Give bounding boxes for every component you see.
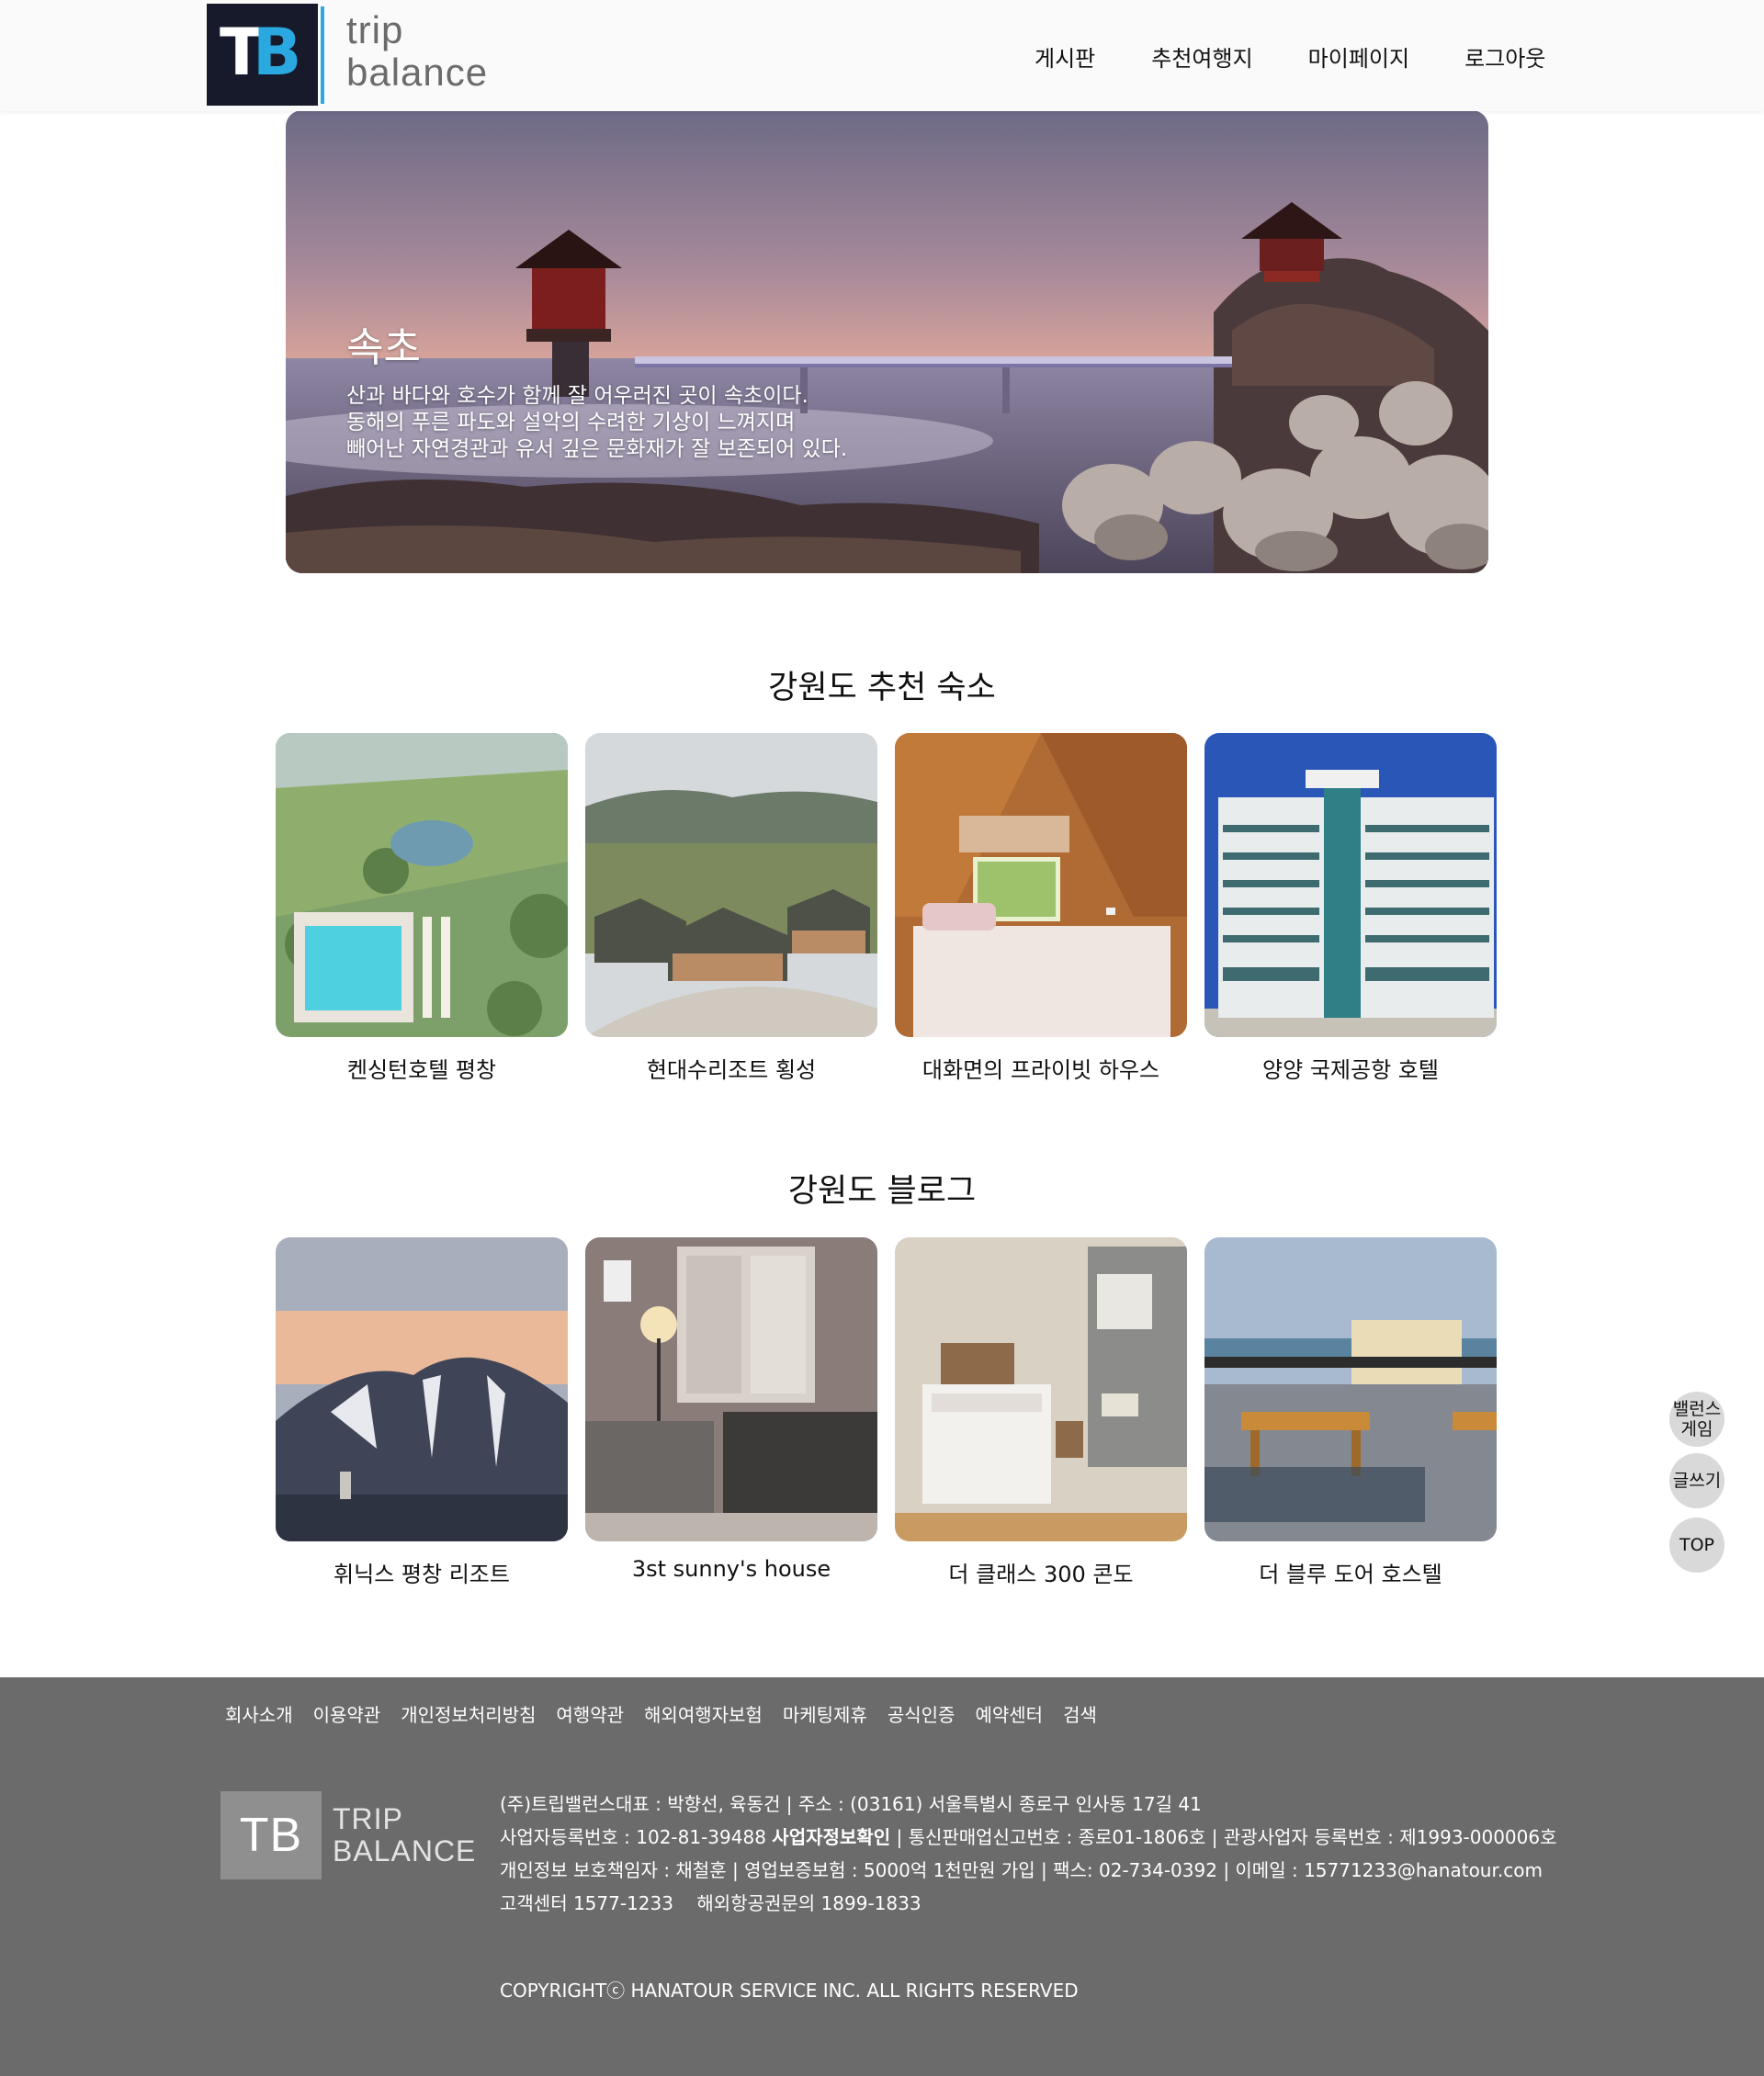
logo-mark-icon: TB bbox=[207, 4, 318, 106]
footer-logo-name: TRIP BALANCE bbox=[333, 1802, 477, 1867]
stay-card[interactable]: 대화면의 프라이빗 하우스 bbox=[895, 733, 1187, 1084]
footer-info-line: (주)트립밸런스대표 : 박향선, 육동건 | 주소 : (03161) 서울특… bbox=[500, 1793, 1202, 1815]
logo-wordmark: trip balance bbox=[346, 9, 488, 107]
logo-divider bbox=[321, 6, 324, 104]
footer-info-line: 고객센터 1577-1233 해외항공권문의 1899-1833 bbox=[500, 1892, 922, 1914]
stay-card-list: 켄싱턴호텔 평창 현대수리조트 횡성 대화면의 프라이빗 하우스 양양 국제공항… bbox=[276, 733, 1498, 1084]
hero-title: 속초 bbox=[346, 324, 421, 371]
footer-link-marketing[interactable]: 마케팅제휴 bbox=[783, 1700, 867, 1727]
blog-card-list: 휘닉스 평창 리조트 3st sunny's house 더 클래스 300 콘… bbox=[276, 1237, 1498, 1588]
footer-logo: TB TRIP BALANCE bbox=[220, 1791, 476, 1879]
blog-card-title: 더 블루 도어 호스텔 bbox=[1259, 1562, 1442, 1587]
blog-thumb-image bbox=[1204, 1237, 1497, 1541]
stay-thumb-image bbox=[585, 733, 877, 1037]
stay-thumb-image bbox=[1204, 733, 1497, 1037]
top-button[interactable]: TOP bbox=[1669, 1518, 1724, 1573]
main-nav: 게시판 추천여행지 마이페이지 로그아웃 bbox=[1035, 40, 1545, 73]
logo-text-line1: trip bbox=[346, 8, 404, 51]
blog-card[interactable]: 3st sunny's house bbox=[585, 1237, 877, 1588]
blog-section-title: 강원도 블로그 bbox=[787, 1173, 977, 1210]
site-footer: 회사소개 이용약관 개인정보처리방침 여행약관 해외여행자보험 마케팅제휴 공식… bbox=[0, 1677, 1764, 2076]
copyright: COPYRIGHTⓒ HANATOUR SERVICE INC. ALL RIG… bbox=[500, 1980, 1079, 2002]
blog-card-title: 더 클래스 300 콘도 bbox=[948, 1562, 1134, 1587]
hero-image bbox=[286, 110, 1488, 573]
nav-mypage[interactable]: 마이페이지 bbox=[1308, 40, 1409, 73]
footer-link-certification[interactable]: 공식인증 bbox=[888, 1700, 956, 1727]
footer-link-reservation[interactable]: 예약센터 bbox=[975, 1700, 1043, 1727]
hero-banner[interactable]: 속초 산과 바다와 호수가 함께 잘 어우러진 곳이 속초이다. 동해의 푸른 … bbox=[286, 110, 1488, 573]
blog-card[interactable]: 휘닉스 평창 리조트 bbox=[276, 1237, 568, 1588]
business-info-link[interactable]: 사업자정보확인 bbox=[772, 1826, 890, 1848]
stay-section-title: 강원도 추천 숙소 bbox=[768, 670, 996, 706]
site-logo[interactable]: TB trip balance bbox=[207, 4, 510, 107]
nav-logout[interactable]: 로그아웃 bbox=[1464, 40, 1545, 73]
footer-company-info: (주)트립밸런스대표 : 박향선, 육동건 | 주소 : (03161) 서울특… bbox=[500, 1788, 1557, 1920]
stay-card[interactable]: 켄싱턴호텔 평창 bbox=[276, 733, 568, 1084]
hero-desc-line: 산과 바다와 호수가 함께 잘 어우러진 곳이 속초이다. bbox=[346, 384, 808, 408]
stay-card-title: 켄싱턴호텔 평창 bbox=[346, 1057, 497, 1083]
footer-link-terms[interactable]: 이용약관 bbox=[313, 1700, 381, 1727]
stay-card[interactable]: 현대수리조트 횡성 bbox=[585, 733, 877, 1084]
stay-thumb-image bbox=[895, 733, 1187, 1037]
balance-game-label-line2: 게임 bbox=[1680, 1419, 1713, 1439]
footer-links: 회사소개 이용약관 개인정보처리방침 여행약관 해외여행자보험 마케팅제휴 공식… bbox=[225, 1700, 1117, 1727]
balance-game-label-line1: 밸런스 bbox=[1672, 1399, 1722, 1419]
blog-thumb-image bbox=[276, 1237, 568, 1541]
stay-thumb-image bbox=[276, 733, 568, 1037]
balance-game-button[interactable]: 밸런스 게임 bbox=[1669, 1392, 1724, 1447]
logo-text-line2: balance bbox=[346, 51, 489, 94]
footer-link-company[interactable]: 회사소개 bbox=[225, 1700, 293, 1727]
blog-card[interactable]: 더 클래스 300 콘도 bbox=[895, 1237, 1187, 1588]
footer-link-privacy[interactable]: 개인정보처리방침 bbox=[401, 1700, 536, 1727]
site-header: TB trip balance 게시판 추천여행지 마이페이지 로그아웃 bbox=[0, 0, 1764, 111]
stay-card-title: 현대수리조트 횡성 bbox=[646, 1057, 817, 1083]
blog-card[interactable]: 더 블루 도어 호스텔 bbox=[1204, 1237, 1497, 1588]
footer-link-insurance[interactable]: 해외여행자보험 bbox=[644, 1700, 763, 1727]
write-button[interactable]: 글쓰기 bbox=[1669, 1453, 1724, 1508]
blog-thumb-image bbox=[895, 1237, 1187, 1541]
blog-card-title: 3st sunny's house bbox=[631, 1556, 831, 1582]
stay-card-title: 대화면의 프라이빗 하우스 bbox=[922, 1057, 1160, 1083]
blog-card-title: 휘닉스 평창 리조트 bbox=[334, 1562, 510, 1587]
stay-card[interactable]: 양양 국제공항 호텔 bbox=[1204, 733, 1497, 1084]
footer-info-line: 개인정보 보호책임자 : 채철훈 | 영업보증보험 : 5000억 1천만원 가… bbox=[500, 1859, 1543, 1881]
nav-recommended[interactable]: 추천여행지 bbox=[1151, 40, 1252, 73]
nav-board[interactable]: 게시판 bbox=[1035, 40, 1095, 73]
stay-card-title: 양양 국제공항 호텔 bbox=[1262, 1057, 1439, 1083]
footer-logo-mark: TB bbox=[220, 1791, 322, 1879]
hero-description: 산과 바다와 호수가 함께 잘 어우러진 곳이 속초이다. 동해의 푸른 파도와… bbox=[346, 383, 847, 463]
blog-thumb-image bbox=[585, 1237, 877, 1541]
hero-desc-line: 동해의 푸른 파도와 설악의 수려한 기상이 느껴지며 bbox=[346, 411, 796, 434]
footer-link-search[interactable]: 검색 bbox=[1063, 1700, 1097, 1727]
footer-link-travel-terms[interactable]: 여행약관 bbox=[556, 1700, 624, 1727]
footer-info-line: 사업자등록번호 : 102-81-39488 사업자정보확인 | 통신판매업신고… bbox=[500, 1826, 1557, 1848]
hero-desc-line: 빼어난 자연경관과 유서 깊은 문화재가 잘 보존되어 있다. bbox=[346, 437, 848, 461]
